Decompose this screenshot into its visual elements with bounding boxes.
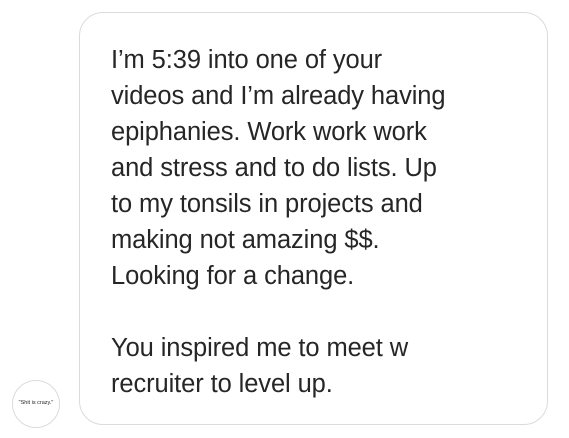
message-line: making not amazing $$. [111, 226, 380, 254]
message-line: videos and I’m already having [111, 82, 446, 110]
avatar-label: "Shit is crazy." [18, 400, 54, 407]
message-line: Looking for a change. [111, 262, 355, 290]
message-line: You inspired me to meet w [111, 334, 409, 362]
message-line: epiphanies. Work work work [111, 118, 427, 146]
message-line: I’m 5:39 into one of your [111, 46, 383, 74]
avatar[interactable]: "Shit is crazy." [12, 380, 60, 428]
message-text: I’m 5:39 into one of your videos and I’m… [111, 42, 531, 402]
message-line: and stress and to do lists. Up [111, 154, 437, 182]
message-line: recruiter to level up. [111, 370, 333, 398]
message-line: to my tonsils in projects and [111, 190, 423, 218]
